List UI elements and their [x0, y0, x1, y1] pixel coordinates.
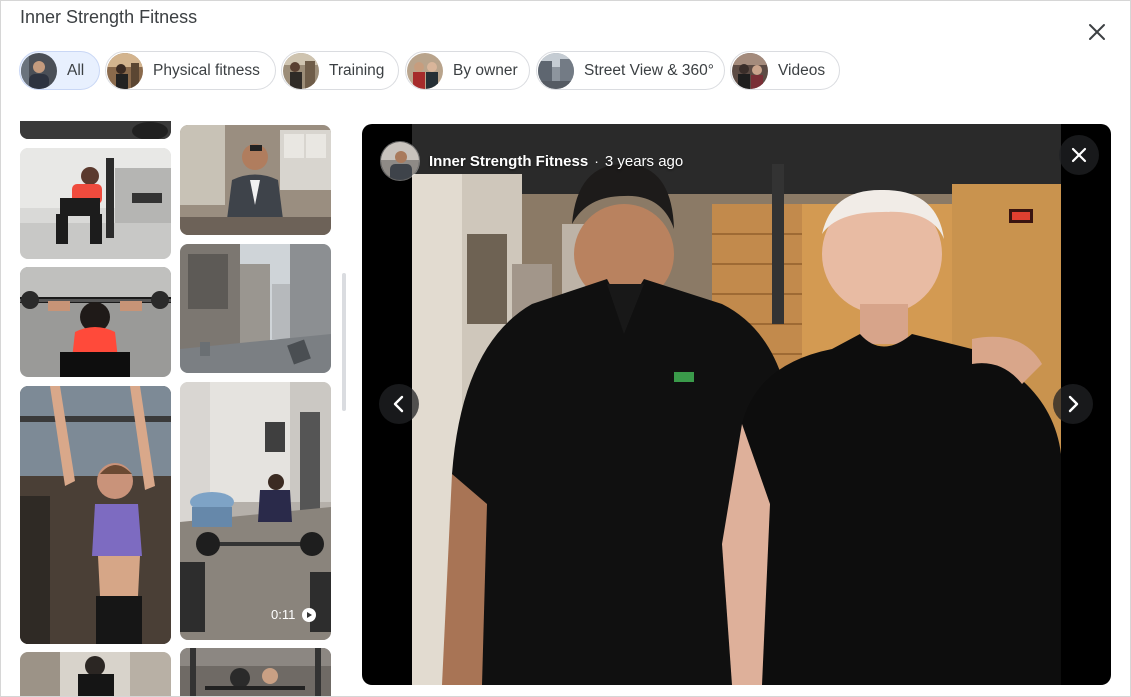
- close-icon: [1071, 147, 1087, 163]
- photo-grid: 0:11: [1, 121, 346, 696]
- owner-name-link[interactable]: Inner Strength Fitness: [429, 153, 588, 170]
- video-duration: 0:11: [271, 607, 317, 622]
- chip-label: Street View & 360°: [584, 61, 714, 79]
- close-viewer-button[interactable]: [1059, 135, 1099, 175]
- viewer-header: Inner Strength Fitness · 3 years ago: [380, 141, 683, 181]
- next-photo-button[interactable]: [1053, 384, 1093, 424]
- photo-thumbnail[interactable]: [20, 652, 171, 696]
- photo-thumbnail[interactable]: [180, 125, 331, 235]
- chevron-left-icon: [393, 395, 404, 413]
- post-age: 3 years ago: [604, 152, 684, 170]
- photo-viewer: Inner Strength Fitness · 3 years ago: [362, 124, 1111, 685]
- photo-gallery-dialog: Inner Strength Fitness All Physical fitn…: [0, 0, 1131, 697]
- separator-dot: ·: [594, 153, 599, 169]
- photo-thumbnail[interactable]: [20, 148, 171, 259]
- chip-label: Videos: [778, 61, 826, 79]
- chip-thumbnail: [107, 52, 143, 89]
- chip-label: All: [67, 61, 85, 79]
- photo-thumbnail[interactable]: [20, 121, 171, 139]
- chip-thumbnail: [732, 52, 768, 89]
- chip-by-owner[interactable]: By owner: [405, 51, 530, 90]
- chip-all[interactable]: All: [19, 51, 100, 90]
- grid-scrollbar[interactable]: [342, 273, 346, 411]
- chevron-right-icon: [1068, 395, 1079, 413]
- main-photo: [412, 124, 1061, 685]
- chip-thumbnail: [538, 52, 574, 89]
- close-dialog-button[interactable]: [1082, 17, 1112, 47]
- close-icon: [1089, 24, 1105, 40]
- previous-photo-button[interactable]: [379, 384, 419, 424]
- play-icon: [302, 607, 317, 622]
- photo-thumbnail[interactable]: [20, 267, 171, 377]
- photo-thumbnail[interactable]: [20, 386, 171, 644]
- video-duration-label: 0:11: [271, 607, 296, 622]
- chip-label: Training: [329, 61, 385, 79]
- chip-training[interactable]: Training: [281, 51, 399, 90]
- chip-label: Physical fitness: [153, 61, 260, 79]
- chip-thumbnail: [283, 52, 319, 89]
- chip-street-view[interactable]: Street View & 360°: [536, 51, 725, 90]
- chip-thumbnail: [407, 52, 443, 89]
- page-title: Inner Strength Fitness: [20, 7, 198, 27]
- owner-avatar[interactable]: [380, 141, 420, 181]
- chip-physical-fitness[interactable]: Physical fitness: [105, 51, 276, 90]
- photo-thumbnail[interactable]: [180, 648, 331, 696]
- chip-videos[interactable]: Videos: [730, 51, 840, 90]
- chip-label: By owner: [453, 61, 518, 79]
- video-thumbnail[interactable]: [180, 382, 331, 640]
- photo-thumbnail[interactable]: [180, 244, 331, 373]
- chip-thumbnail: [21, 52, 57, 89]
